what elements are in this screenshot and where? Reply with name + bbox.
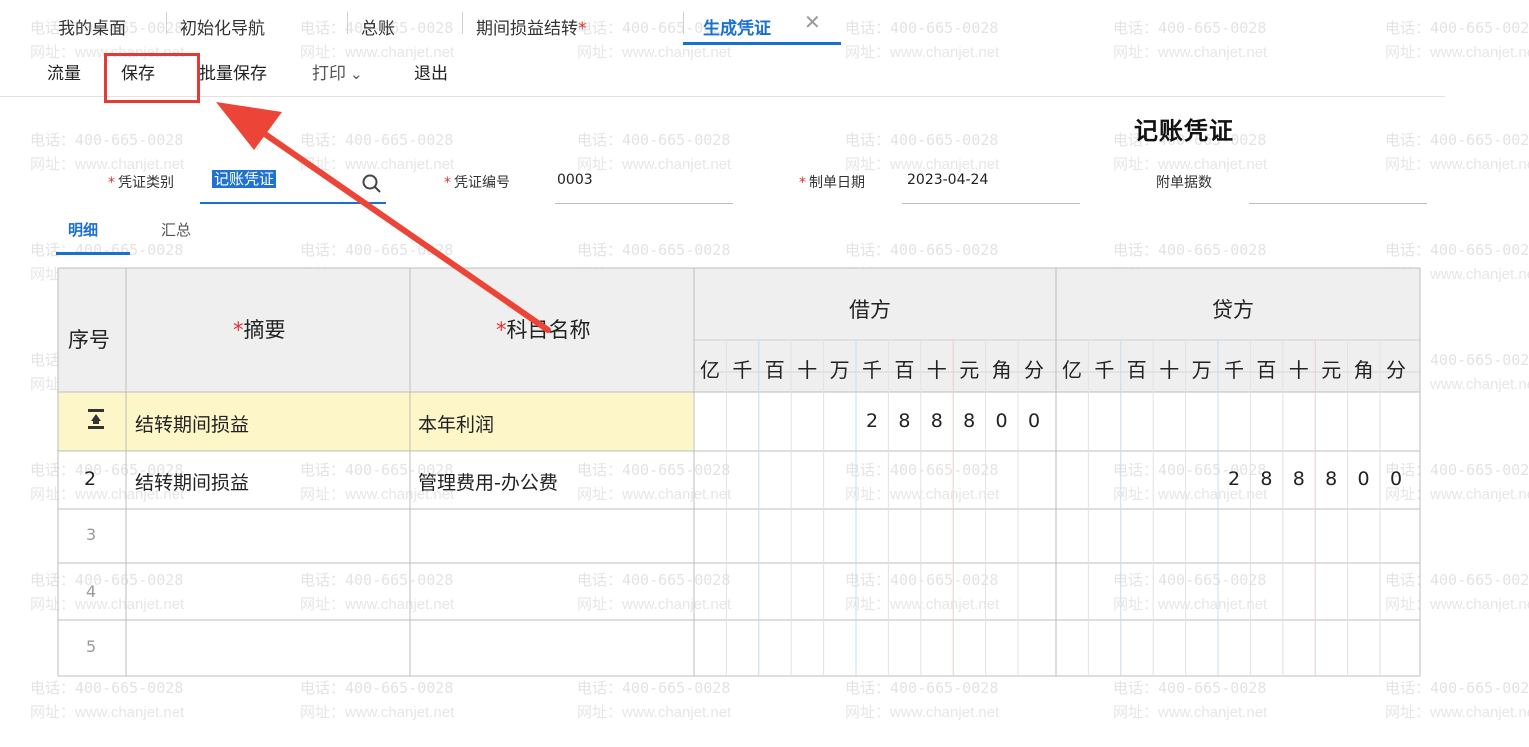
amount-unit-label: 角 (991, 358, 1012, 382)
row-1-account[interactable]: 本年利润 (418, 410, 494, 437)
amount-unit-label: 千 (1224, 358, 1244, 382)
amount-unit-label: 千 (862, 358, 882, 382)
amount-unit-label: 十 (1159, 358, 1180, 382)
amount-unit-label: 分 (1024, 358, 1044, 382)
amount-unit-label: 百 (764, 358, 785, 382)
summary-header: *摘要 (233, 314, 286, 344)
seq-header: 序号 (68, 328, 110, 352)
amount-unit-label: 千 (1094, 358, 1115, 382)
annotation-highlight-box (104, 53, 200, 103)
amount-unit-label: 千 (732, 358, 753, 382)
account-header: *科目名称 (496, 314, 591, 344)
amount-unit-label: 亿 (1062, 358, 1082, 382)
row-4-seq: 4 (86, 582, 97, 601)
row-2-credit-digit[interactable]: 8 (1283, 468, 1315, 490)
row-1-debit-digit[interactable]: 8 (921, 410, 953, 432)
row-2-account[interactable]: 管理费用-办公费 (418, 468, 558, 495)
amount-unit-label: 百 (894, 358, 915, 382)
row-2-credit-digit[interactable]: 0 (1348, 468, 1380, 490)
amount-unit-label: 十 (1288, 358, 1309, 382)
amount-unit-label: 万 (829, 358, 850, 382)
amount-unit-label: 角 (1353, 358, 1374, 382)
amount-unit-label: 元 (959, 358, 980, 382)
header-text: 科目名称 (506, 318, 591, 342)
row-1-debit-digit[interactable]: 8 (888, 410, 920, 432)
credit-header: 贷方 (1212, 298, 1254, 322)
row-1-debit-digit[interactable]: 0 (1018, 410, 1050, 432)
row-1-summary[interactable]: 结转期间损益 (135, 410, 249, 437)
header-text: 摘要 (243, 318, 286, 342)
amount-unit-label: 亿 (700, 358, 720, 382)
row-2-credit-digit[interactable]: 8 (1250, 468, 1282, 490)
amount-unit-label: 分 (1386, 358, 1406, 382)
row-2-seq: 2 (84, 468, 97, 490)
debit-header: 借方 (849, 298, 891, 322)
row-insert-icon[interactable] (87, 408, 105, 430)
row-2-credit-digit[interactable]: 2 (1218, 468, 1250, 490)
row-1-debit-digit[interactable]: 0 (986, 410, 1018, 432)
required-mark: * (233, 318, 244, 342)
amount-unit-label: 十 (926, 358, 947, 382)
row-2-summary[interactable]: 结转期间损益 (135, 468, 249, 495)
row-1-debit-digit[interactable]: 8 (953, 410, 985, 432)
row-5-seq: 5 (86, 637, 97, 656)
row-2-credit-digit[interactable]: 8 (1315, 468, 1347, 490)
row-1-debit-digit[interactable]: 2 (856, 410, 888, 432)
amount-unit-label: 十 (797, 358, 818, 382)
amount-unit-label: 百 (1256, 358, 1277, 382)
amount-unit-label: 百 (1126, 358, 1147, 382)
amount-unit-label: 元 (1321, 358, 1342, 382)
row-3-seq: 3 (86, 525, 97, 544)
amount-unit-label: 万 (1191, 358, 1212, 382)
row-2-credit-digit[interactable]: 0 (1380, 468, 1412, 490)
required-mark: * (496, 318, 507, 342)
